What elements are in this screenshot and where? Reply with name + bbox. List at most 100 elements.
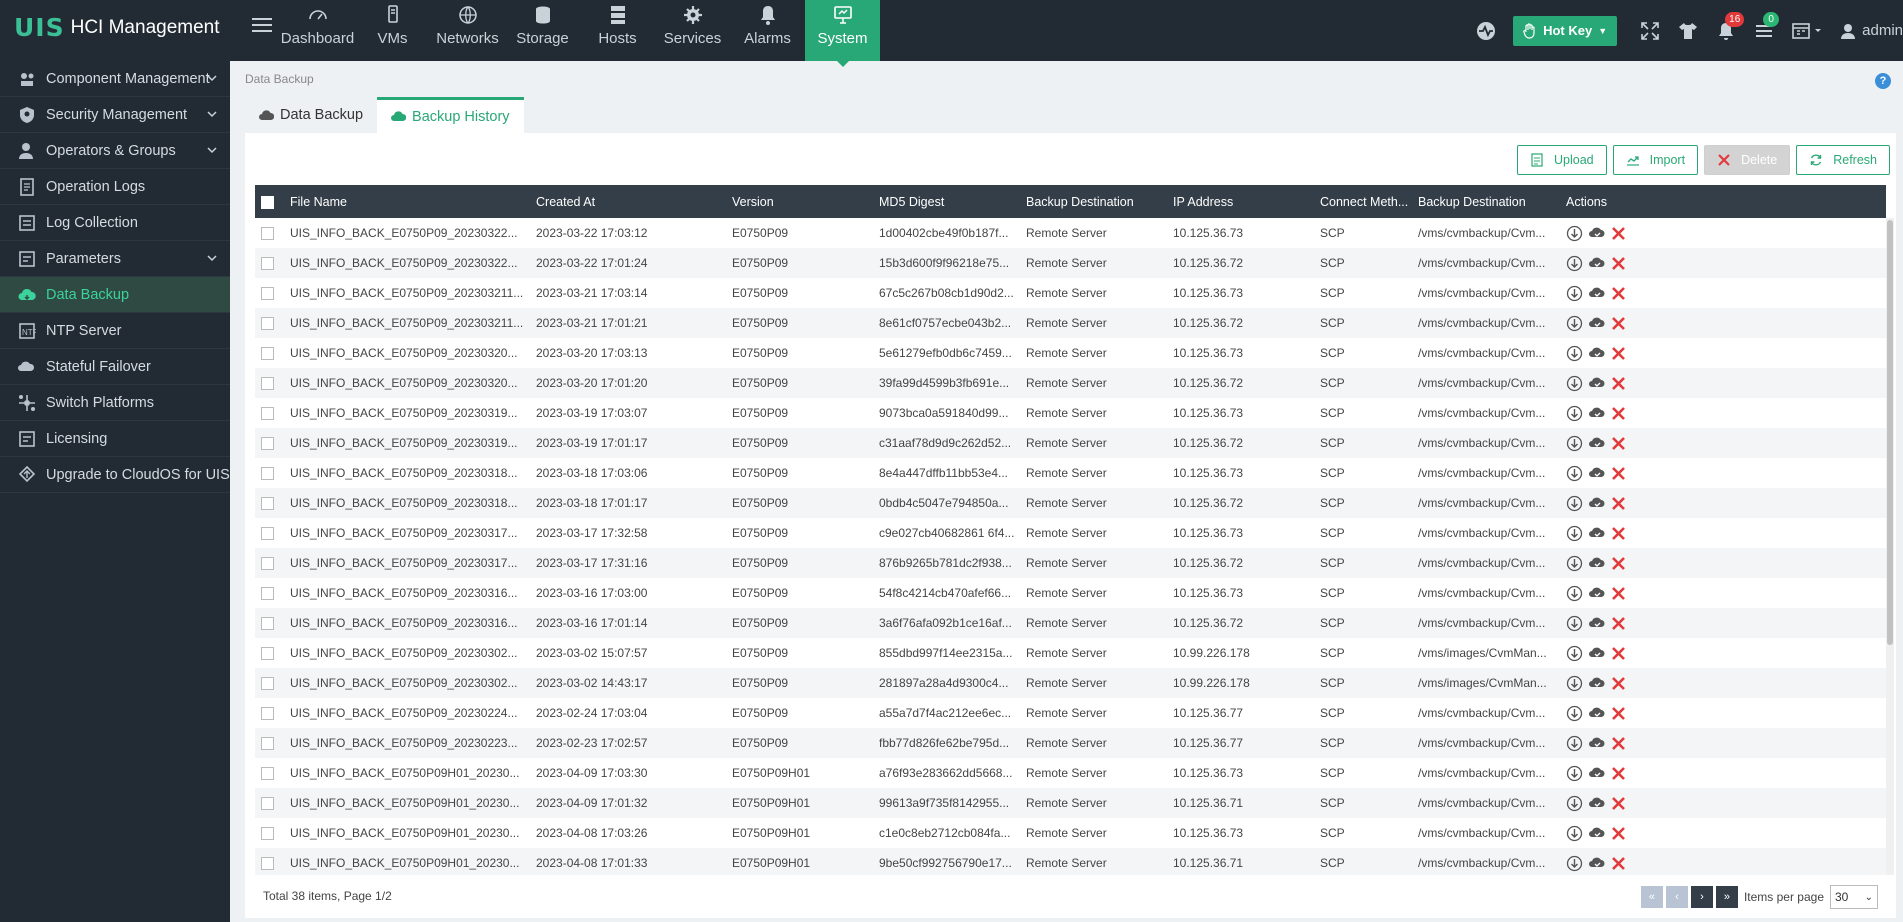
table-row[interactable]: UIS_INFO_BACK_E0750P09_20230318... 2023-0… [255, 488, 1886, 518]
row-checkbox[interactable] [261, 467, 274, 481]
delete-icon[interactable] [1610, 525, 1627, 542]
row-checkbox[interactable] [261, 347, 274, 361]
row-checkbox[interactable] [261, 647, 274, 661]
delete-icon[interactable] [1610, 495, 1627, 512]
sidebar-item-stateful-failover[interactable]: Stateful Failover [0, 349, 230, 385]
scrollbar-thumb[interactable] [1887, 220, 1893, 645]
nav-dashboard[interactable]: Dashboard [280, 0, 355, 61]
nav-hosts[interactable]: Hosts [580, 0, 655, 61]
download-icon[interactable] [1566, 765, 1583, 782]
sidebar-item-data-backup[interactable]: Data Backup [0, 277, 230, 313]
download-icon[interactable] [1566, 735, 1583, 752]
table-row[interactable]: UIS_INFO_BACK_E0750P09_20230302... 2023-0… [255, 638, 1886, 668]
next-page-button[interactable]: › [1690, 886, 1713, 908]
delete-icon[interactable] [1610, 615, 1627, 632]
restore-icon[interactable] [1588, 345, 1605, 362]
table-row[interactable]: UIS_INFO_BACK_E0750P09_20230322... 2023-0… [255, 248, 1886, 278]
row-checkbox[interactable] [261, 407, 274, 421]
restore-icon[interactable] [1588, 555, 1605, 572]
download-icon[interactable] [1566, 825, 1583, 842]
row-checkbox[interactable] [261, 497, 274, 511]
column-header[interactable]: Created At [530, 185, 726, 218]
fullscreen-icon[interactable] [1639, 20, 1661, 42]
download-icon[interactable] [1566, 855, 1583, 872]
restore-icon[interactable] [1588, 435, 1605, 452]
download-icon[interactable] [1566, 225, 1583, 242]
sidebar-item-ntp-server[interactable]: NTP NTP Server [0, 313, 230, 349]
column-header[interactable]: Version [726, 185, 873, 218]
nav-networks[interactable]: Networks [430, 0, 505, 61]
menu-toggle-icon[interactable] [252, 18, 272, 34]
nav-vms[interactable]: VMs [355, 0, 430, 61]
download-icon[interactable] [1566, 675, 1583, 692]
column-header[interactable]: Actions [1560, 185, 1886, 218]
delete-icon[interactable] [1610, 705, 1627, 722]
delete-icon[interactable] [1610, 465, 1627, 482]
row-checkbox[interactable] [261, 257, 274, 271]
delete-icon[interactable] [1610, 735, 1627, 752]
restore-icon[interactable] [1588, 825, 1605, 842]
sidebar-item-licensing[interactable]: Licensing [0, 421, 230, 457]
sidebar-item-upgrade-to-cloudos-for-uis[interactable]: Upgrade to CloudOS for UIS [0, 457, 230, 493]
restore-icon[interactable] [1588, 405, 1605, 422]
restore-icon[interactable] [1588, 675, 1605, 692]
sidebar-item-security-management[interactable]: Security Management [0, 97, 230, 133]
row-checkbox[interactable] [261, 377, 274, 391]
table-row[interactable]: UIS_INFO_BACK_E0750P09_20230224... 2023-0… [255, 698, 1886, 728]
tab-data-backup[interactable]: Data Backup [245, 97, 377, 133]
nav-services[interactable]: Services [655, 0, 730, 61]
table-row[interactable]: UIS_INFO_BACK_E0750P09H01_20230... 2023-0… [255, 848, 1886, 875]
delete-icon[interactable] [1610, 315, 1627, 332]
row-checkbox[interactable] [261, 767, 274, 781]
table-row[interactable]: UIS_INFO_BACK_E0750P09_202303211... 2023-… [255, 278, 1886, 308]
table-row[interactable]: UIS_INFO_BACK_E0750P09_20230316... 2023-0… [255, 608, 1886, 638]
download-icon[interactable] [1566, 345, 1583, 362]
logo[interactable]: UIS HCI Management [14, 13, 220, 42]
delete-icon[interactable] [1610, 795, 1627, 812]
calendar-dropdown-icon[interactable] [1791, 20, 1825, 42]
nav-storage[interactable]: Storage [505, 0, 580, 61]
delete-icon[interactable] [1610, 555, 1627, 572]
download-icon[interactable] [1566, 465, 1583, 482]
restore-icon[interactable] [1588, 285, 1605, 302]
row-checkbox[interactable] [261, 797, 274, 811]
column-header[interactable]: Connect Meth... [1314, 185, 1412, 218]
download-icon[interactable] [1566, 795, 1583, 812]
user-menu[interactable]: admin [1839, 22, 1903, 40]
shirt-icon[interactable] [1677, 20, 1699, 42]
row-checkbox[interactable] [261, 617, 274, 631]
row-checkbox[interactable] [261, 557, 274, 571]
sidebar-item-component-management[interactable]: Component Management [0, 61, 230, 97]
download-icon[interactable] [1566, 435, 1583, 452]
restore-icon[interactable] [1588, 465, 1605, 482]
sidebar-item-log-collection[interactable]: Log Collection [0, 205, 230, 241]
sidebar-item-operation-logs[interactable]: Operation Logs [0, 169, 230, 205]
table-row[interactable]: UIS_INFO_BACK_E0750P09_20230319... 2023-0… [255, 398, 1886, 428]
first-page-button[interactable]: « [1640, 886, 1663, 908]
table-row[interactable]: UIS_INFO_BACK_E0750P09H01_20230... 2023-0… [255, 788, 1886, 818]
download-icon[interactable] [1566, 315, 1583, 332]
health-icon[interactable] [1475, 20, 1497, 42]
import-button[interactable]: Import [1612, 145, 1699, 175]
restore-icon[interactable] [1588, 795, 1605, 812]
row-checkbox[interactable] [261, 437, 274, 451]
download-icon[interactable] [1566, 525, 1583, 542]
restore-icon[interactable] [1588, 705, 1605, 722]
delete-icon[interactable] [1610, 225, 1627, 242]
hot-key-button[interactable]: Hot Key ▼ [1513, 15, 1618, 46]
help-icon[interactable]: ? [1875, 73, 1891, 89]
sidebar-item-switch-platforms[interactable]: Switch Platforms [0, 385, 230, 421]
restore-icon[interactable] [1588, 375, 1605, 392]
download-icon[interactable] [1566, 255, 1583, 272]
nav-system[interactable]: System [805, 0, 880, 67]
restore-icon[interactable] [1588, 615, 1605, 632]
delete-icon[interactable] [1610, 345, 1627, 362]
table-row[interactable]: UIS_INFO_BACK_E0750P09_20230322... 2023-0… [255, 218, 1886, 248]
task-list-icon[interactable]: 0 [1753, 11, 1780, 42]
column-header[interactable]: IP Address [1167, 185, 1314, 218]
download-icon[interactable] [1566, 615, 1583, 632]
sidebar-item-parameters[interactable]: Parameters [0, 241, 230, 277]
row-checkbox[interactable] [261, 527, 274, 541]
nav-alarms[interactable]: Alarms [730, 0, 805, 61]
column-header[interactable]: MD5 Digest [873, 185, 1020, 218]
